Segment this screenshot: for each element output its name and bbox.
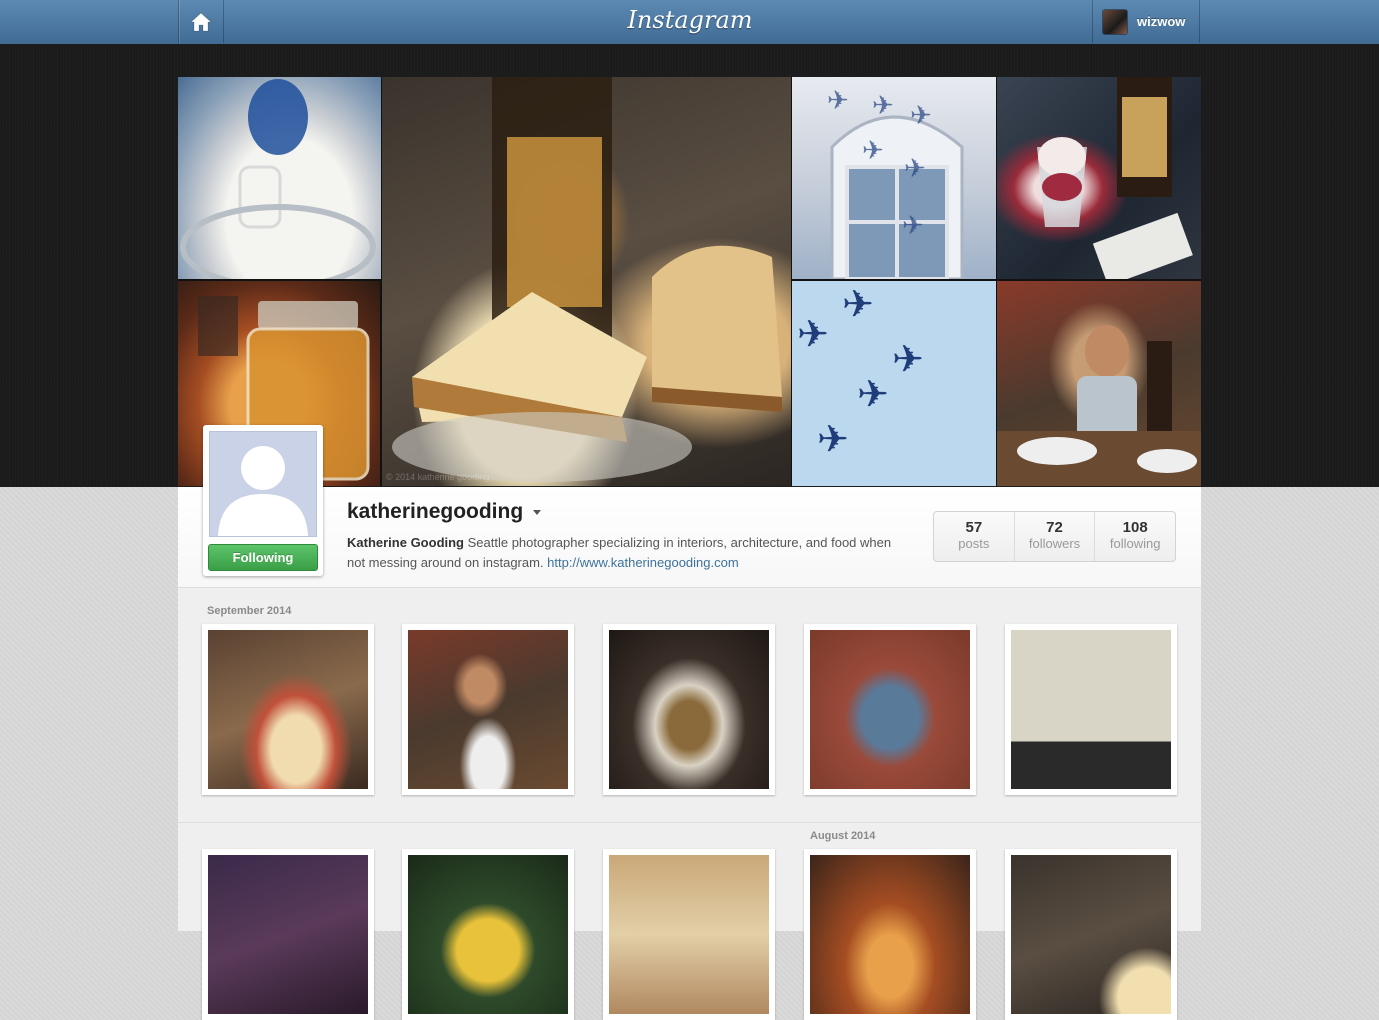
following-label: following (1109, 536, 1161, 551)
feed-photo[interactable] (1005, 849, 1177, 1020)
feed-photo[interactable] (1005, 624, 1177, 795)
following-stat[interactable]: 108 following (1095, 512, 1175, 561)
dining-illustration (997, 325, 1201, 486)
cover-photo-cheesecake-cider[interactable]: © 2014 katherine gooding (382, 77, 791, 486)
month-header-september: September 2014 (207, 605, 292, 617)
cover-photo-blue-angels[interactable]: ✈ ✈ ✈ ✈ ✈ (792, 281, 996, 486)
feed-photo[interactable] (202, 624, 374, 795)
followers-count: 72 (1046, 519, 1063, 536)
feed-photo[interactable] (804, 624, 976, 795)
cheesecake-illustration (392, 77, 782, 482)
jet-icon: ✈ (827, 85, 849, 115)
jet-icon: ✈ (857, 374, 889, 416)
following-button[interactable]: Following (208, 544, 318, 571)
instagram-logo[interactable]: Instagram (600, 6, 780, 34)
dropdown-caret-icon[interactable] (533, 509, 542, 515)
followers-stat[interactable]: 72 followers (1015, 512, 1096, 561)
jet-icon: ✈ (862, 135, 884, 165)
cover-photo-mixer[interactable] (178, 77, 381, 279)
top-navigation-bar: Instagram wizwow (0, 0, 1379, 45)
jet-icon: ✈ (910, 100, 932, 130)
jet-icon: ✈ (902, 210, 924, 240)
jet-icon: ✈ (904, 153, 926, 183)
feed-photo[interactable] (603, 849, 775, 1020)
posts-label: posts (958, 536, 990, 551)
cover-photo-jets-building[interactable]: ✈ ✈ ✈ ✈ ✈ ✈ (792, 77, 996, 279)
profile-stats: 57 posts 72 followers 108 following (933, 511, 1176, 562)
photo-mason-jar (810, 855, 970, 1014)
jet-icon: ✈ (872, 90, 894, 120)
feed-photo[interactable] (603, 624, 775, 795)
posts-stat[interactable]: 57 posts (934, 512, 1015, 561)
cover-photo-mosaic: © 2014 katherine gooding ✈ ✈ ✈ ✈ ✈ ✈ ✈ ✈… (178, 77, 1201, 486)
profile-full-name: Katherine Gooding (347, 535, 464, 550)
user-menu-button[interactable]: wizwow (1092, 0, 1200, 43)
jet-icon: ✈ (817, 419, 849, 461)
photo-crackers (609, 855, 769, 1014)
cover-photo-woman-dining[interactable] (997, 281, 1201, 486)
mixer-illustration (180, 79, 376, 279)
photo-dinner-plate (609, 630, 769, 789)
month-divider (178, 822, 1201, 823)
followers-label: followers (1028, 536, 1081, 551)
feed-photo[interactable] (402, 624, 574, 795)
profile-bio: Katherine Gooding Seattle photographer s… (347, 533, 907, 573)
cover-watermark: © 2014 katherine gooding (386, 472, 490, 482)
username-text: katherinegooding (347, 500, 524, 523)
photo-cider-special-sign (1011, 630, 1171, 789)
photo-yellow-tomato (408, 855, 568, 1014)
posts-count: 57 (965, 519, 983, 536)
home-button[interactable] (178, 0, 224, 43)
default-avatar-icon[interactable] (209, 431, 317, 537)
profile-username[interactable]: katherinegooding (347, 500, 542, 524)
feed-photo[interactable] (402, 849, 574, 1020)
month-header-august: August 2014 (810, 830, 876, 842)
home-icon (190, 12, 212, 31)
current-username: wizwow (1137, 14, 1186, 29)
photo-woman-dining (408, 630, 568, 789)
feed-photo[interactable] (804, 849, 976, 1020)
cover-photo-ice-cream-cider[interactable] (997, 77, 1201, 279)
website-link[interactable]: http://www.katherinegooding.com (547, 555, 739, 570)
photo-sandwich (208, 630, 368, 789)
photo-brick-window (810, 630, 970, 789)
photo-cheesecake-cider (1011, 855, 1171, 1014)
photo-chalkboard-menu (208, 855, 368, 1014)
profile-avatar-card: Following (203, 425, 323, 576)
building-window-illustration (830, 115, 964, 279)
following-count: 108 (1122, 519, 1148, 536)
user-avatar (1103, 9, 1127, 34)
jet-icon: ✈ (797, 314, 829, 356)
ice-cream-illustration (1037, 77, 1193, 279)
feed-photo[interactable] (202, 849, 374, 1020)
jet-icon: ✈ (842, 284, 874, 326)
jet-icon: ✈ (892, 339, 924, 381)
